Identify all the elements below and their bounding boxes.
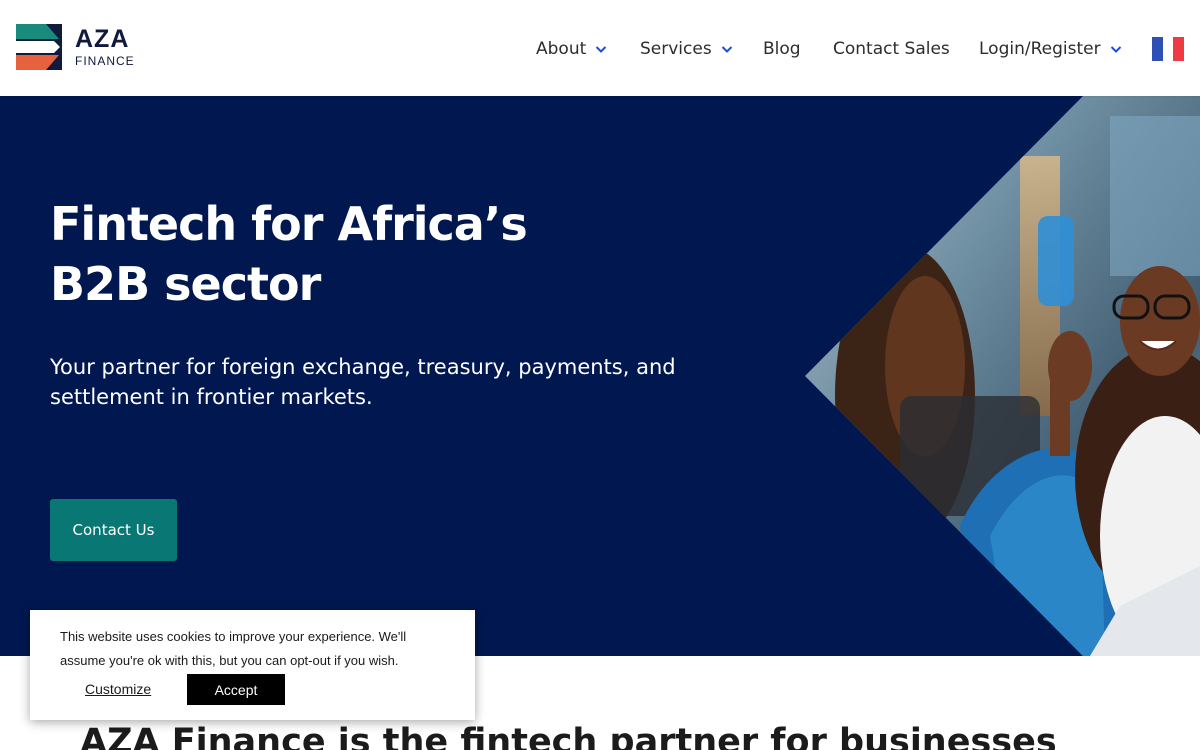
main-nav: About Services Blog Contact Sales Login/… bbox=[0, 0, 1200, 96]
nav-services-label: Services bbox=[640, 39, 712, 59]
hero-section: Fintech for Africa’s B2B sector Your par… bbox=[0, 96, 1200, 656]
nav-blog[interactable]: Blog bbox=[763, 36, 801, 62]
nav-login-register[interactable]: Login/Register bbox=[979, 36, 1122, 62]
hero-subtitle: Your partner for foreign exchange, treas… bbox=[50, 355, 676, 409]
french-flag-icon[interactable] bbox=[1152, 37, 1185, 61]
nav-blog-label: Blog bbox=[763, 39, 801, 59]
hero-title: Fintech for Africa’s B2B sector bbox=[50, 194, 650, 314]
nav-login-register-label: Login/Register bbox=[979, 39, 1101, 59]
nav-contact-sales[interactable]: Contact Sales bbox=[833, 36, 950, 62]
chevron-down-icon bbox=[1110, 43, 1122, 55]
hero-title-line2: B2B sector bbox=[50, 257, 321, 311]
cookie-message: This website uses cookies to improve you… bbox=[60, 629, 407, 668]
hero-title-line1: Fintech for Africa’s bbox=[50, 197, 528, 251]
site-header: AZA FINANCE About Services Blog Contact … bbox=[0, 0, 1200, 96]
chevron-down-icon bbox=[595, 43, 607, 55]
chevron-down-icon bbox=[721, 43, 733, 55]
nav-services[interactable]: Services bbox=[640, 36, 733, 62]
cookie-banner: This website uses cookies to improve you… bbox=[30, 610, 475, 720]
section-title: AZA Finance is the fintech partner for b… bbox=[80, 722, 1057, 750]
cookie-accept-button[interactable]: Accept bbox=[187, 674, 285, 705]
nav-contact-sales-label: Contact Sales bbox=[833, 39, 950, 59]
cookie-customize-link[interactable]: Customize bbox=[85, 681, 151, 697]
nav-about-label: About bbox=[536, 39, 587, 59]
contact-us-button[interactable]: Contact Us bbox=[50, 499, 177, 561]
nav-about[interactable]: About bbox=[536, 36, 607, 62]
